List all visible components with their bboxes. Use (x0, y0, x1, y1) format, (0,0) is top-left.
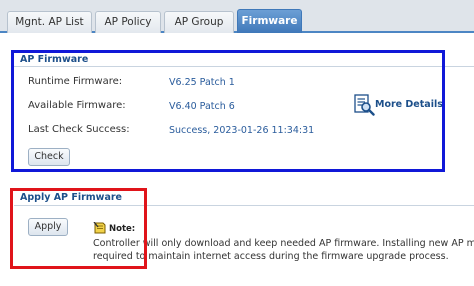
tab-firmware[interactable]: Firmware (237, 9, 302, 33)
tab-ap-policy[interactable]: AP Policy (95, 11, 161, 33)
apply-firmware-highlight-box (10, 188, 147, 269)
note-text-line-1: Controller will only download and keep n… (93, 238, 474, 249)
tab-ap-group[interactable]: AP Group (164, 11, 234, 33)
ap-firmware-highlight-box (11, 50, 445, 172)
tab-bar: Mgnt. AP List AP Policy AP Group Firmwar… (0, 0, 474, 33)
tab-mgnt-ap-list[interactable]: Mgnt. AP List (7, 11, 92, 33)
